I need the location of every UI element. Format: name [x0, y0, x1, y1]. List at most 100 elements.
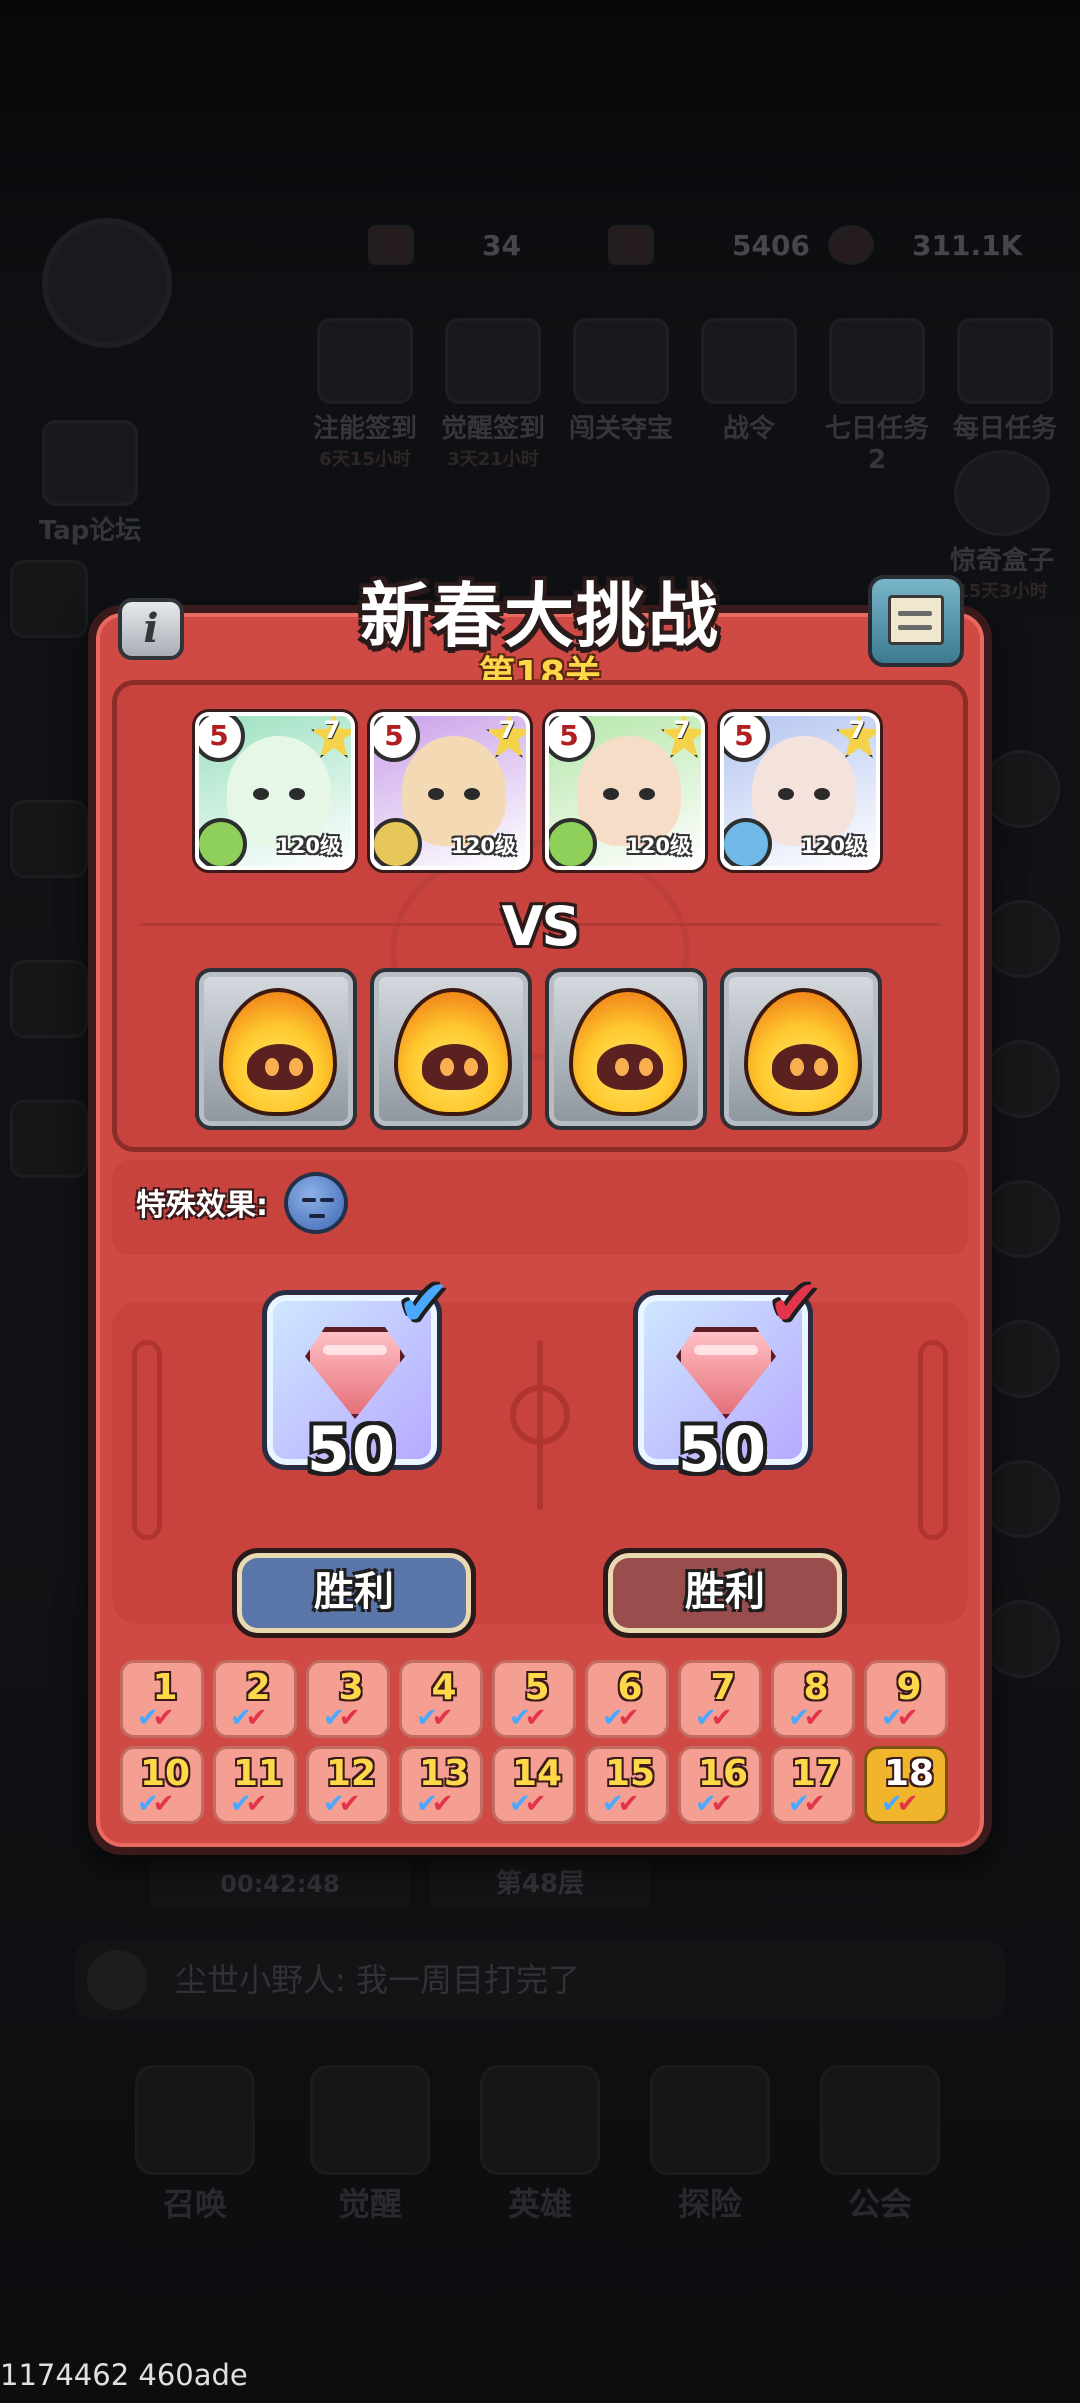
reward-card[interactable]: 50 ✔ [262, 1272, 451, 1486]
red-check-icon: ✔ [803, 1703, 826, 1733]
stage-tile[interactable]: 12 ✔✔ [306, 1746, 390, 1824]
watermark: 1174462 460ade [0, 2358, 248, 2392]
red-check-icon: ✔ [896, 1703, 919, 1733]
checkmark-icon: ✔ [397, 1267, 451, 1341]
decoration [918, 1340, 948, 1540]
stage-check-icons: ✔✔ [788, 1703, 826, 1733]
stage-check-icons: ✔✔ [509, 1789, 547, 1819]
record-book-button[interactable] [868, 575, 964, 667]
stage-check-icons: ✔✔ [230, 1789, 268, 1819]
stage-number: 9 [896, 1667, 922, 1708]
stage-number: 3 [338, 1667, 364, 1708]
vs-label: VS [501, 895, 581, 958]
enemy-card[interactable] [545, 968, 707, 1130]
red-check-icon: ✔ [338, 1789, 361, 1819]
enemy-team [195, 968, 885, 1132]
hero-level: 120级 [801, 834, 866, 858]
stage-tile[interactable]: 17 ✔✔ [771, 1746, 855, 1824]
red-check-icon: ✔ [710, 1789, 733, 1819]
stage-number: 11 [232, 1753, 284, 1794]
stage-check-icons: ✔✔ [881, 1703, 919, 1733]
stage-tile[interactable]: 3 ✔✔ [306, 1660, 390, 1738]
red-check-icon: ✔ [524, 1789, 547, 1819]
stage-check-icons: ✔✔ [881, 1789, 919, 1819]
rank-number: 7 [498, 716, 516, 744]
red-check-icon: ✔ [617, 1789, 640, 1819]
red-check-icon: ✔ [245, 1789, 268, 1819]
stage-tile[interactable]: 15 ✔✔ [585, 1746, 669, 1824]
stage-tile[interactable]: 5 ✔✔ [492, 1660, 576, 1738]
stage-tile[interactable]: 2 ✔✔ [213, 1660, 297, 1738]
stage-tile[interactable]: 1 ✔✔ [120, 1660, 204, 1738]
hero-level: 120级 [276, 834, 341, 858]
red-check-icon: ✔ [803, 1789, 826, 1819]
hero-team: 5 7 120级 5 7 120级 5 7 120级 5 7 120级 [195, 712, 885, 872]
enemy-card[interactable] [720, 968, 882, 1130]
stage-check-icons: ✔✔ [695, 1789, 733, 1819]
info-button[interactable]: i [118, 598, 184, 660]
enemy-card[interactable] [370, 968, 532, 1130]
red-check-icon: ✔ [152, 1789, 175, 1819]
stage-tile[interactable]: 11 ✔✔ [213, 1746, 297, 1824]
stage-number: 7 [710, 1667, 736, 1708]
red-check-icon: ✔ [152, 1703, 175, 1733]
book-icon [888, 595, 944, 645]
victory-button-blue[interactable]: 胜利 [232, 1548, 476, 1638]
victory-button-red[interactable]: 胜利 [603, 1548, 847, 1638]
stage-number: 15 [604, 1753, 656, 1794]
checkmark-icon: ✔ [768, 1267, 822, 1341]
reward-card[interactable]: 50 ✔ [633, 1272, 822, 1486]
stage-number: 16 [697, 1753, 749, 1794]
stage-number: 12 [325, 1753, 377, 1794]
wind-element-icon [199, 818, 247, 866]
reward-amount: 50 [306, 1413, 398, 1486]
hero-card[interactable]: 5 7 120级 [720, 712, 880, 870]
sun-ornament-icon [510, 1385, 570, 1445]
red-check-icon: ✔ [431, 1703, 454, 1733]
red-check-icon: ✔ [896, 1789, 919, 1819]
red-check-icon: ✔ [431, 1789, 454, 1819]
stage-number: 6 [617, 1667, 643, 1708]
star-badge: 5 [549, 716, 595, 762]
stage-tile[interactable]: 13 ✔✔ [399, 1746, 483, 1824]
stage-tile[interactable]: 10 ✔✔ [120, 1746, 204, 1824]
stage-tile[interactable]: 4 ✔✔ [399, 1660, 483, 1738]
special-effect-icon[interactable] [284, 1172, 348, 1234]
stage-check-icons: ✔✔ [323, 1703, 361, 1733]
stage-number: 14 [511, 1753, 563, 1794]
hero-card[interactable]: 5 7 120级 [195, 712, 355, 870]
fire-spirit-icon [744, 988, 862, 1116]
stage-number: 8 [803, 1667, 829, 1708]
stage-tile[interactable]: 9 ✔✔ [864, 1660, 948, 1738]
stage-number: 13 [418, 1753, 470, 1794]
water-element-icon [724, 818, 772, 866]
stage-check-icons: ✔✔ [602, 1703, 640, 1733]
stage-check-icons: ✔✔ [602, 1789, 640, 1819]
hero-card[interactable]: 5 7 120级 [545, 712, 705, 870]
special-effect-label: 特殊效果: [136, 1188, 268, 1223]
stage-tile[interactable]: 18 ✔✔ [864, 1746, 948, 1824]
stage-tile[interactable]: 14 ✔✔ [492, 1746, 576, 1824]
stage-check-icons: ✔✔ [416, 1703, 454, 1733]
stage-tile[interactable]: 16 ✔✔ [678, 1746, 762, 1824]
hero-level: 120级 [626, 834, 691, 858]
hero-card[interactable]: 5 7 120级 [370, 712, 530, 870]
decoration [132, 1340, 162, 1540]
fire-spirit-icon [394, 988, 512, 1116]
stage-tile[interactable]: 6 ✔✔ [585, 1660, 669, 1738]
red-check-icon: ✔ [245, 1703, 268, 1733]
stage-number: 5 [524, 1667, 550, 1708]
red-check-icon: ✔ [617, 1703, 640, 1733]
red-check-icon: ✔ [524, 1703, 547, 1733]
enemy-card[interactable] [195, 968, 357, 1130]
red-check-icon: ✔ [338, 1703, 361, 1733]
stage-number: 10 [139, 1753, 191, 1794]
stage-check-icons: ✔✔ [137, 1789, 175, 1819]
stage-check-icons: ✔✔ [509, 1703, 547, 1733]
stage-tile[interactable]: 7 ✔✔ [678, 1660, 762, 1738]
hero-level: 120级 [451, 834, 516, 858]
stage-number: 17 [790, 1753, 842, 1794]
stage-check-icons: ✔✔ [788, 1789, 826, 1819]
fire-spirit-icon [569, 988, 687, 1116]
stage-tile[interactable]: 8 ✔✔ [771, 1660, 855, 1738]
